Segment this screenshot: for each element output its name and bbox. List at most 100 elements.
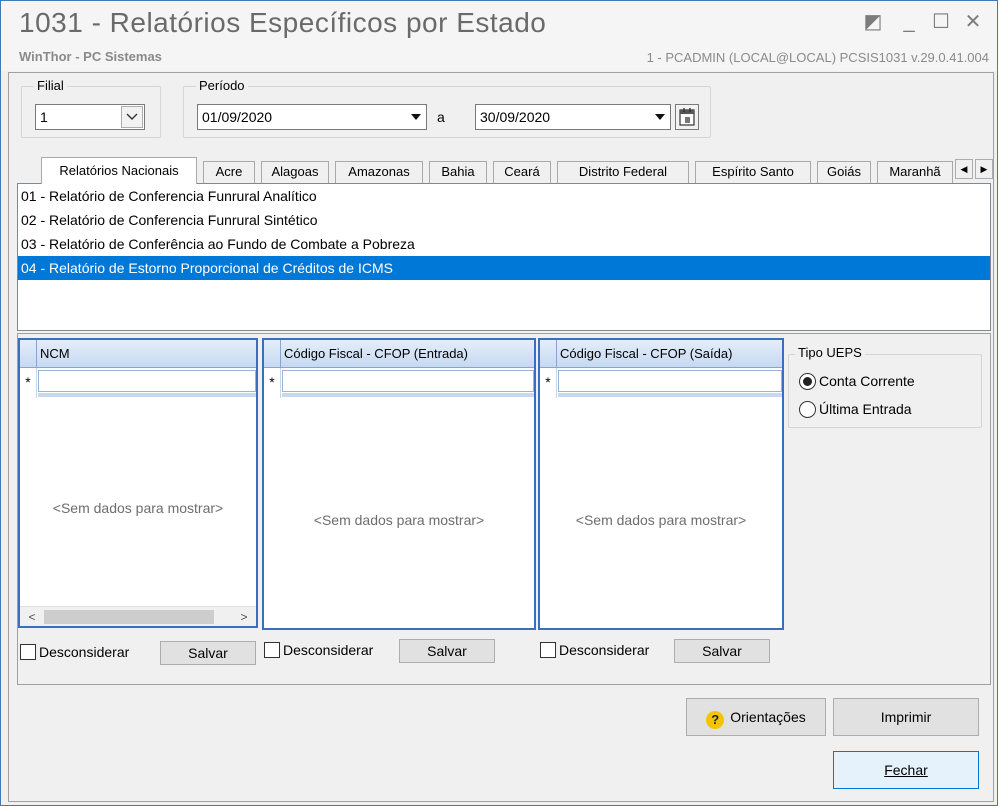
tab-maranhao[interactable]: Maranhã <box>877 161 953 183</box>
session-info: 1 - PCADMIN (LOCAL@LOCAL) PCSIS1031 v.29… <box>646 50 989 65</box>
cfop-entrada-new-row[interactable]: * <box>264 368 534 398</box>
row-indicator-header <box>264 340 281 367</box>
periodo-label: Período <box>196 78 248 93</box>
date-from-picker[interactable]: 01/09/2020 <box>197 104 427 130</box>
report-list[interactable]: 01 - Relatório de Conferencia Funrural A… <box>17 183 991 331</box>
ncm-column-header[interactable]: NCM <box>40 340 70 367</box>
tab-scroll-left-icon[interactable]: ◀ <box>955 159 973 179</box>
radio-conta-corrente[interactable]: Conta Corrente <box>799 370 915 392</box>
scroll-right-icon[interactable]: > <box>234 607 254 627</box>
ncm-new-row[interactable]: * <box>20 368 256 398</box>
cfop-saida-new-row[interactable]: * <box>540 368 782 398</box>
window-subtitle: WinThor - PC Sistemas <box>19 49 162 64</box>
cfop-entrada-desconsiderar[interactable]: Desconsiderar <box>264 638 373 662</box>
tab-acre[interactable]: Acre <box>203 161 255 183</box>
app-window: 1031 - Relatórios Específicos por Estado… <box>0 0 998 806</box>
row-indicator-header <box>20 340 37 367</box>
row-band <box>282 393 534 397</box>
checkbox-label: Desconsiderar <box>559 642 650 658</box>
cfop-entrada-empty-text: <Sem dados para mostrar> <box>313 512 485 528</box>
fechar-button[interactable]: Fechar <box>833 751 979 789</box>
ncm-grid[interactable]: NCM * <Sem dados para mostrar> < > <box>18 338 258 628</box>
list-item[interactable]: 01 - Relatório de Conferencia Funrural A… <box>18 184 990 208</box>
main-panel: Filial 1 Período 01/09/2020 a 30/09/2020 <box>8 72 994 802</box>
tab-espirito-santo[interactable]: Espírito Santo <box>695 161 811 183</box>
filial-group: Filial 1 <box>21 78 161 138</box>
radio-label: Conta Corrente <box>819 373 915 389</box>
date-from-value: 01/09/2020 <box>202 109 273 125</box>
tab-bahia[interactable]: Bahia <box>429 161 487 183</box>
tipo-ueps-label: Tipo UEPS <box>795 345 865 360</box>
row-indicator-header <box>540 340 557 367</box>
radio-button[interactable] <box>799 372 816 390</box>
close-button[interactable]: ✕ <box>959 9 987 35</box>
period-separator: a <box>437 109 445 125</box>
scroll-thumb[interactable] <box>44 610 214 624</box>
dropdown-arrow-icon[interactable] <box>406 105 426 129</box>
tipo-ueps-group: Tipo UEPS Conta Corrente Última Entrada <box>788 345 982 428</box>
new-row-marker: * <box>20 368 37 398</box>
state-tabs: Relatórios Nacionais Acre Alagoas Amazon… <box>17 157 993 184</box>
ncm-desconsiderar[interactable]: Desconsiderar <box>20 640 129 664</box>
ncm-new-row-input[interactable] <box>38 370 256 392</box>
cfop-saida-grid-header: Código Fiscal - CFOP (Saída) <box>540 340 782 368</box>
restore-icon[interactable]: ◩ <box>859 9 887 35</box>
checkbox-label: Desconsiderar <box>283 642 374 658</box>
tab-amazonas[interactable]: Amazonas <box>335 161 423 183</box>
periodo-group: Período 01/09/2020 a 30/09/2020 <box>183 78 711 138</box>
new-row-marker: * <box>264 368 281 398</box>
cfop-entrada-save-button[interactable]: Salvar <box>399 639 495 663</box>
maximize-button[interactable]: ☐ <box>927 9 955 35</box>
cfop-saida-desconsiderar[interactable]: Desconsiderar <box>540 638 649 662</box>
tab-ceara[interactable]: Ceará <box>493 161 551 183</box>
orientacoes-button[interactable]: ? Orientações <box>686 698 826 736</box>
window-title: 1031 - Relatórios Específicos por Estado <box>19 7 547 38</box>
cfop-saida-save-button[interactable]: Salvar <box>674 639 770 663</box>
cfop-saida-column-header[interactable]: Código Fiscal - CFOP (Saída) <box>560 340 732 367</box>
scroll-left-icon[interactable]: < <box>22 607 42 627</box>
tab-alagoas[interactable]: Alagoas <box>261 161 329 183</box>
dropdown-arrow-icon[interactable] <box>650 105 670 129</box>
tab-distrito-federal[interactable]: Distrito Federal <box>557 161 689 183</box>
date-to-picker[interactable]: 30/09/2020 <box>475 104 671 130</box>
ncm-save-button[interactable]: Salvar <box>160 641 256 665</box>
orientacoes-label: Orientações <box>730 709 806 725</box>
checkbox[interactable] <box>20 644 36 660</box>
tab-goias[interactable]: Goiás <box>817 161 871 183</box>
checkbox-label: Desconsiderar <box>39 644 130 660</box>
radio-ultima-entrada[interactable]: Última Entrada <box>799 398 912 420</box>
cfop-saida-empty-text: <Sem dados para mostrar> <box>575 512 747 528</box>
tab-relatorios-nacionais[interactable]: Relatórios Nacionais <box>41 157 197 184</box>
ncm-grid-header: NCM <box>20 340 256 368</box>
ncm-horizontal-scrollbar[interactable]: < > <box>20 606 256 626</box>
cfop-entrada-grid-header: Código Fiscal - CFOP (Entrada) <box>264 340 534 368</box>
cfop-saida-new-row-input[interactable] <box>558 370 782 392</box>
calendar-icon[interactable] <box>675 104 699 130</box>
tab-scroll-right-icon[interactable]: ▶ <box>975 159 993 179</box>
date-to-value: 30/09/2020 <box>480 109 551 125</box>
list-item-selected[interactable]: 04 - Relatório de Estorno Proporcional d… <box>18 256 990 280</box>
filial-value: 1 <box>40 109 48 125</box>
row-band <box>558 393 782 397</box>
help-icon: ? <box>706 711 725 729</box>
filial-select[interactable]: 1 <box>35 104 145 130</box>
title-bar: 1031 - Relatórios Específicos por Estado… <box>1 1 997 71</box>
list-item[interactable]: 03 - Relatório de Conferência ao Fundo d… <box>18 232 990 256</box>
imprimir-button[interactable]: Imprimir <box>833 698 979 736</box>
minimize-button[interactable]: _ <box>895 9 923 35</box>
cfop-entrada-grid[interactable]: Código Fiscal - CFOP (Entrada) * <Sem da… <box>262 338 536 630</box>
filial-label: Filial <box>34 78 67 93</box>
ncm-empty-text: <Sem dados para mostrar> <box>52 500 224 516</box>
list-item[interactable]: 02 - Relatório de Conferencia Funrural S… <box>18 208 990 232</box>
chevron-down-icon[interactable] <box>121 106 143 128</box>
radio-label: Última Entrada <box>819 401 912 417</box>
cfop-entrada-new-row-input[interactable] <box>282 370 534 392</box>
new-row-marker: * <box>540 368 557 398</box>
cfop-saida-grid[interactable]: Código Fiscal - CFOP (Saída) * <Sem dado… <box>538 338 784 630</box>
filters-area: NCM * <Sem dados para mostrar> < > Códig… <box>17 333 991 685</box>
cfop-entrada-column-header[interactable]: Código Fiscal - CFOP (Entrada) <box>284 340 468 367</box>
radio-button[interactable] <box>799 400 816 418</box>
checkbox[interactable] <box>540 642 556 658</box>
checkbox[interactable] <box>264 642 280 658</box>
row-band <box>38 393 256 397</box>
